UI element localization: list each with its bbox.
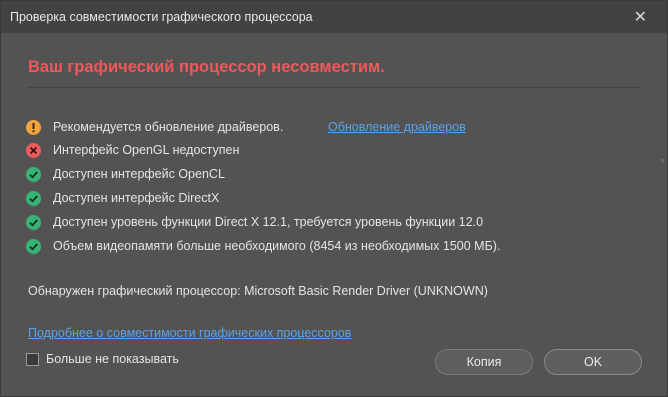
checkmark-icon <box>26 238 41 254</box>
incompatible-heading: Ваш графический процессор несовместим. <box>28 58 385 76</box>
check-label: Доступен интерфейс DirectX <box>53 191 220 205</box>
check-item-directx: Доступен интерфейс DirectX <box>26 189 219 207</box>
copy-button[interactable]: Копия <box>435 349 533 375</box>
checkmark-icon <box>26 166 41 182</box>
check-label: Интерфейс OpenGL недоступен <box>53 143 240 157</box>
check-item-vram: Объем видеопамяти больше необходимого (8… <box>26 237 500 255</box>
title-bar[interactable]: Проверка совместимости графического проц… <box>1 1 667 33</box>
ok-button[interactable]: OK <box>544 349 642 375</box>
check-item-driver-update: Рекомендуется обновление драйверов. <box>26 118 283 136</box>
check-label: Доступен интерфейс OpenCL <box>53 167 225 181</box>
check-item-opencl: Доступен интерфейс OpenCL <box>26 165 225 183</box>
checkbox-label[interactable]: Больше не показывать <box>46 352 179 366</box>
check-item-opengl: Интерфейс OpenGL недоступен <box>26 141 239 159</box>
warning-icon <box>26 119 41 135</box>
driver-update-link[interactable]: Обновление драйверов <box>328 120 466 134</box>
check-label: Доступен уровень функции Direct X 12.1, … <box>53 215 484 229</box>
check-label: Рекомендуется обновление драйверов. <box>53 120 284 134</box>
divider <box>28 87 640 88</box>
error-icon <box>26 142 41 158</box>
window-title: Проверка совместимости графического проц… <box>10 10 313 24</box>
gpu-compatibility-dialog: Проверка совместимости графического проц… <box>0 0 668 397</box>
checkmark-icon <box>26 214 41 230</box>
close-icon[interactable]: ✕ <box>634 7 647 27</box>
dont-show-again-checkbox[interactable]: Больше не показывать <box>26 352 179 366</box>
checkbox-box[interactable] <box>26 352 39 366</box>
detected-gpu-text: Обнаружен графический процессор: Microso… <box>28 284 488 298</box>
learn-more-link[interactable]: Подробнее о совместимости графических пр… <box>28 326 351 340</box>
checkmark-icon <box>26 190 41 206</box>
check-item-feature-level: Доступен уровень функции Direct X 12.1, … <box>26 213 483 231</box>
resize-grip[interactable] <box>661 159 664 162</box>
check-label: Объем видеопамяти больше необходимого (8… <box>53 239 501 253</box>
